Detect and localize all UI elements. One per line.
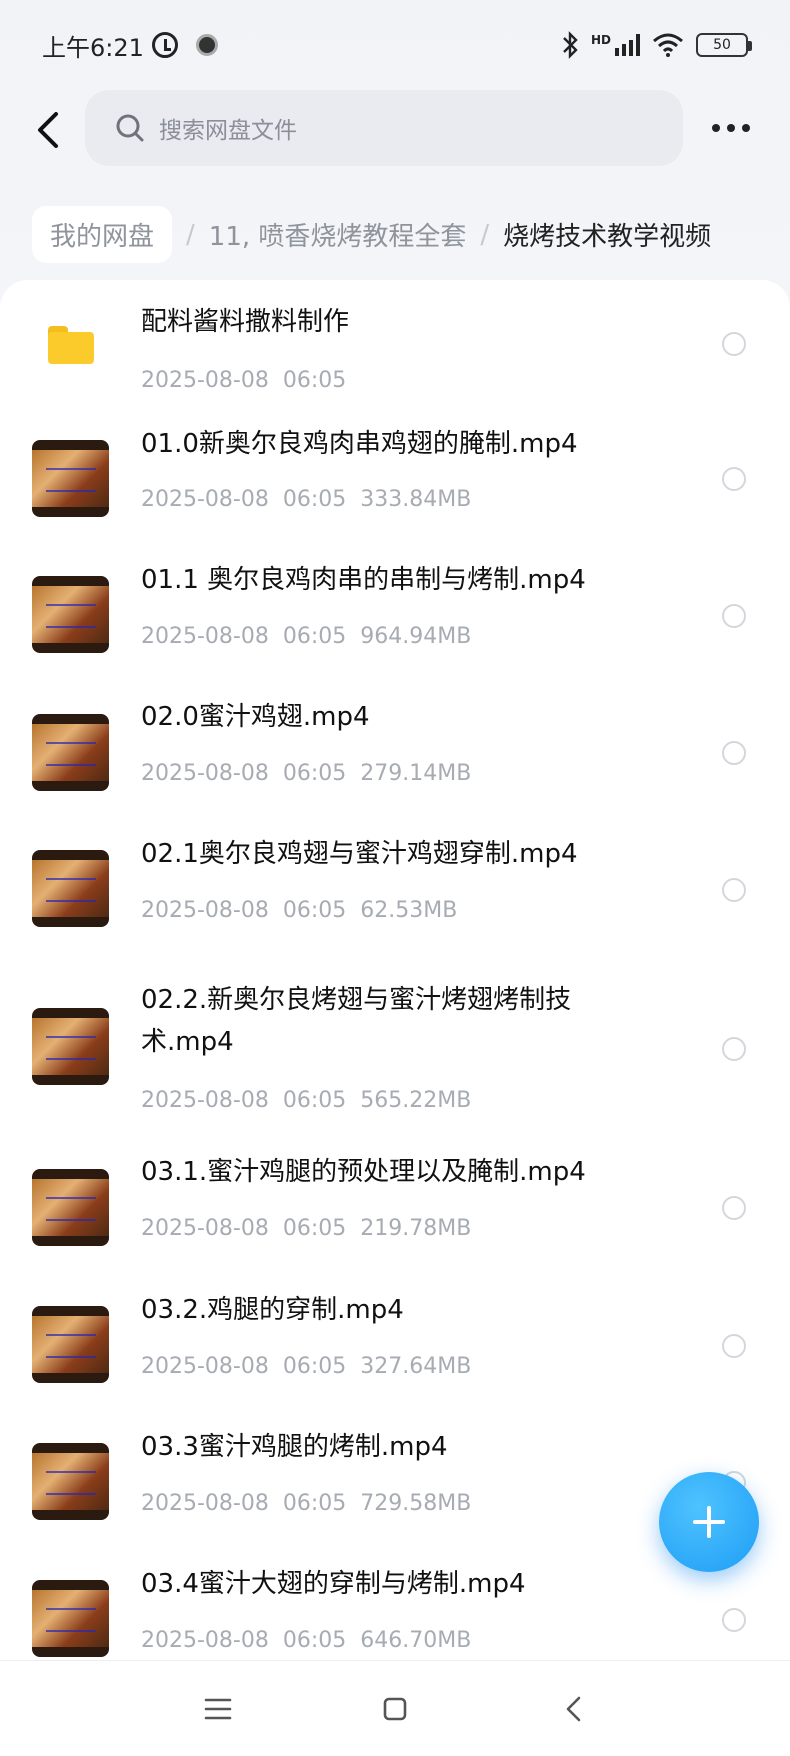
search-input[interactable]: 搜索网盘文件 [85, 90, 683, 166]
bluetooth-icon [563, 31, 578, 59]
alarm-icon [151, 32, 178, 58]
file-name: 02.0蜜汁鸡翅.mp4 [141, 702, 370, 732]
video-thumbnail [32, 440, 109, 517]
video-thumbnail [32, 1443, 109, 1520]
file-name: 02.1奥尔良鸡翅与蜜汁鸡翅穿制.mp4 [141, 839, 578, 869]
file-meta: 2025-08-08 06:05 [141, 368, 347, 393]
search-placeholder: 搜索网盘文件 [159, 118, 297, 144]
list-item[interactable]: 01.0新奥尔良鸡肉串鸡翅的腌制.mp4 2025-08-08 06:05 33… [0, 405, 790, 535]
status-right: HD 50 [561, 31, 752, 59]
file-name: 03.1.蜜汁鸡腿的预处理以及腌制.mp4 [141, 1157, 586, 1187]
list-item[interactable]: 03.4蜜汁大翅的穿制与烤制.mp4 2025-08-08 06:05 646.… [0, 1546, 790, 1660]
search-icon [116, 114, 144, 142]
video-thumbnail [32, 576, 109, 653]
file-meta: 2025-08-08 06:05 964.94MB [141, 624, 472, 649]
file-meta: 2025-08-08 06:05 279.14MB [141, 761, 472, 786]
signal-icon [615, 34, 640, 56]
list-item[interactable]: 02.0蜜汁鸡翅.mp4 2025-08-08 06:05 279.14MB [0, 679, 790, 809]
list-item[interactable]: 03.1.蜜汁鸡腿的预处理以及腌制.mp4 2025-08-08 06:05 2… [0, 1135, 790, 1265]
video-thumbnail [32, 1580, 109, 1657]
breadcrumb-separator: / [480, 219, 490, 250]
breadcrumb-root[interactable]: 我的网盘 [32, 206, 173, 263]
select-radio[interactable] [722, 1334, 746, 1358]
select-radio[interactable] [722, 1608, 746, 1632]
back-icon[interactable] [557, 1691, 593, 1727]
list-item[interactable]: 02.2.新奥尔良烤翅与蜜汁烤翅烤制技术.mp4 2025-08-08 06:0… [0, 953, 790, 1128]
home-icon[interactable] [377, 1691, 413, 1727]
status-bar: 上午6:21 HD 50 [0, 0, 790, 90]
battery-icon: 50 [696, 33, 752, 57]
file-name: 03.4蜜汁大翅的穿制与烤制.mp4 [141, 1569, 526, 1599]
add-button[interactable] [659, 1472, 759, 1572]
top-bar: 搜索网盘文件 [0, 90, 790, 170]
video-thumbnail [32, 714, 109, 791]
file-name: 03.3蜜汁鸡腿的烤制.mp4 [141, 1432, 448, 1462]
menu-icon[interactable] [200, 1691, 236, 1727]
select-radio[interactable] [722, 332, 746, 356]
list-item[interactable]: 配料酱料撒料制作 2025-08-08 06:05 [0, 280, 790, 400]
video-thumbnail [32, 1008, 109, 1085]
select-radio[interactable] [722, 878, 746, 902]
breadcrumb-separator: / [186, 219, 195, 250]
video-thumbnail [32, 1169, 109, 1246]
list-item[interactable]: 02.1奥尔良鸡翅与蜜汁鸡翅穿制.mp4 2025-08-08 06:05 62… [0, 816, 790, 946]
back-arrow-icon[interactable] [28, 108, 72, 152]
select-radio[interactable] [722, 467, 746, 491]
video-thumbnail [32, 850, 109, 927]
hd-label: HD [590, 33, 611, 47]
status-time: 上午6:21 [42, 33, 144, 62]
file-list: 配料酱料撒料制作 2025-08-08 06:05 01.0新奥尔良鸡肉串鸡翅的… [0, 280, 790, 1660]
list-item[interactable]: 03.2.鸡腿的穿制.mp4 2025-08-08 06:05 327.64MB [0, 1272, 790, 1402]
select-radio[interactable] [722, 604, 746, 628]
file-meta: 2025-08-08 06:05 327.64MB [141, 1354, 472, 1379]
file-meta: 2025-08-08 06:05 333.84MB [141, 487, 472, 512]
file-name: 02.2.新奥尔良烤翅与蜜汁烤翅烤制技术.mp4 [141, 985, 572, 1057]
wifi-icon [653, 33, 683, 57]
file-name: 01.0新奥尔良鸡肉串鸡翅的腌制.mp4 [141, 429, 578, 459]
status-left: 上午6:21 [42, 28, 218, 63]
notification-icon [195, 34, 218, 56]
file-meta: 2025-08-08 06:05 565.22MB [141, 1088, 472, 1113]
file-meta: 2025-08-08 06:05 646.70MB [141, 1628, 472, 1653]
list-item[interactable]: 01.1 奥尔良鸡肉串的串制与烤制.mp4 2025-08-08 06:05 9… [0, 542, 790, 672]
breadcrumb-middle[interactable]: 11, 喷香烧烤教程全套 [209, 216, 467, 253]
select-radio[interactable] [722, 741, 746, 765]
file-name: 01.1 奥尔良鸡肉串的串制与烤制.mp4 [141, 565, 586, 595]
video-thumbnail [32, 1306, 109, 1383]
system-nav-bar [0, 1660, 790, 1756]
file-meta: 2025-08-08 06:05 219.78MB [141, 1216, 472, 1241]
select-radio[interactable] [722, 1037, 746, 1061]
file-meta: 2025-08-08 06:05 729.58MB [141, 1491, 472, 1516]
battery-level: 50 [713, 37, 731, 53]
file-meta: 2025-08-08 06:05 62.53MB [141, 898, 458, 923]
file-name: 03.2.鸡腿的穿制.mp4 [141, 1295, 404, 1325]
file-name: 配料酱料撒料制作 [141, 307, 350, 337]
more-dots-icon[interactable] [712, 116, 762, 140]
breadcrumb-current: 烧烤技术教学视频 [503, 222, 712, 252]
folder-icon [48, 326, 94, 364]
select-radio[interactable] [722, 1196, 746, 1220]
breadcrumb: 我的网盘 / 11, 喷香烧烤教程全套 / 烧烤技术教学视频 [32, 206, 711, 263]
